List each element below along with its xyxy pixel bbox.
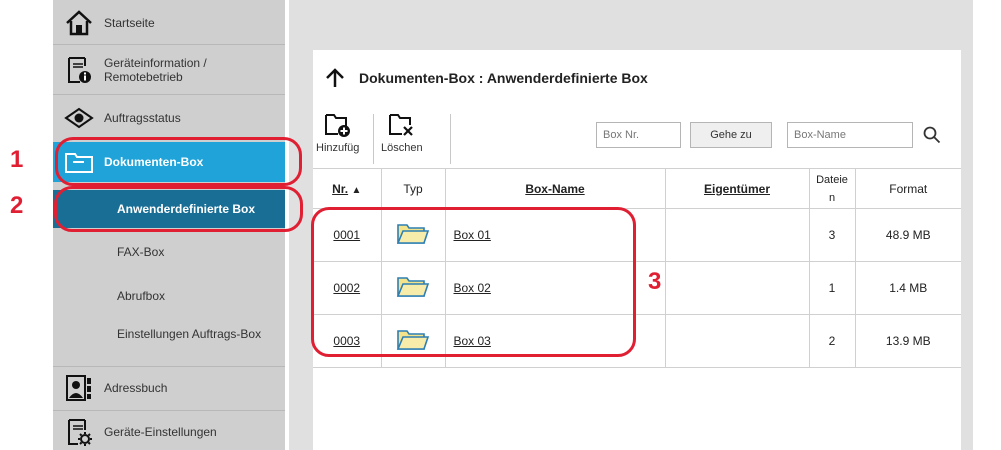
eye-icon: [64, 103, 94, 133]
goto-label: Gehe zu: [710, 129, 752, 141]
sidebar-subitem-label: Abrufbox: [117, 289, 166, 303]
col-header-eigentuemer[interactable]: Eigentümer: [664, 168, 809, 209]
sidebar-item-auftragsstatus[interactable]: Auftragsstatus: [53, 100, 285, 136]
files-cell: 3: [808, 208, 855, 262]
delete-label: Löschen: [381, 142, 423, 154]
sidebar-subitem-fax-box[interactable]: FAX-Box: [53, 246, 285, 259]
add-label: Hinzufüg: [316, 142, 360, 154]
table-header-row: Nr. ▲ Typ Box-Name Eigentümer Dateien Fo…: [313, 168, 961, 209]
divider: [53, 366, 285, 367]
callout-highlight-2: [54, 186, 303, 232]
col-header-box-name-label: Box-Name: [525, 181, 585, 196]
box-nr-placeholder: Box Nr.: [603, 129, 640, 141]
page-title-text: Dokumenten-Box : Anwenderdefinierte Box: [359, 70, 648, 86]
address-book-icon: [64, 373, 94, 403]
add-button[interactable]: Hinzufüg: [316, 112, 359, 154]
col-header-dateien-label: Dateien: [816, 173, 848, 204]
callout-highlight-1: [55, 137, 302, 186]
col-header-eigentuemer-label: Eigentümer: [703, 181, 770, 196]
callout-number-1: 1: [10, 146, 24, 173]
box-name-placeholder: Box-Name: [794, 129, 846, 141]
toolbar-separator: [450, 114, 451, 164]
divider: [53, 410, 285, 411]
callout-number-2: 2: [10, 192, 24, 219]
device-settings-icon: [64, 417, 94, 447]
sidebar-item-label: Geräte-Einstellungen: [104, 425, 217, 439]
col-header-nr[interactable]: Nr. ▲: [313, 168, 381, 209]
sidebar-item-label: Geräteinformation / Remotebetrieb: [104, 56, 207, 84]
col-header-dateien: Dateien: [808, 168, 855, 209]
col-header-typ: Typ: [380, 168, 445, 209]
format-cell: 13.9 MB: [854, 314, 961, 368]
owner-cell: [664, 261, 809, 315]
table-bottom-border: [313, 367, 961, 368]
col-header-format: Format: [854, 168, 961, 209]
sidebar-subitem-einstellungen-auftrags-box[interactable]: Einstellungen Auftrags-Box: [53, 328, 263, 341]
sidebar-subitem-label: FAX-Box: [117, 245, 165, 259]
sidebar-item-geraeteinformation[interactable]: Geräteinformation / Remotebetrieb: [53, 50, 285, 90]
page-title: Dokumenten-Box : Anwenderdefinierte Box: [325, 68, 648, 88]
sidebar-subitem-abrufbox[interactable]: Abrufbox: [53, 290, 285, 303]
add-folder-icon: [324, 114, 350, 137]
search-icon[interactable]: [923, 126, 941, 144]
files-cell: 1: [808, 261, 855, 315]
box-nr-input[interactable]: Box Nr.: [596, 122, 681, 148]
divider: [53, 94, 285, 95]
callout-number-3: 3: [648, 268, 662, 295]
sidebar-item-startseite[interactable]: Startseite: [53, 6, 285, 40]
goto-button[interactable]: Gehe zu: [690, 122, 772, 148]
owner-cell: [664, 314, 809, 368]
format-cell: 48.9 MB: [854, 208, 961, 262]
device-info-icon: [64, 55, 94, 85]
files-cell: 2: [808, 314, 855, 368]
sidebar-item-geraete-einstellungen[interactable]: Geräte-Einstellungen: [53, 414, 285, 450]
format-cell: 1.4 MB: [854, 261, 961, 315]
toolbar-separator: [373, 114, 374, 164]
divider: [53, 44, 285, 45]
home-icon: [64, 8, 94, 38]
up-arrow-icon[interactable]: [325, 68, 345, 88]
box-name-input[interactable]: Box-Name: [787, 122, 913, 148]
sort-asc-icon: ▲: [351, 184, 362, 196]
sidebar-subitem-label: Einstellungen Auftrags-Box: [117, 327, 262, 341]
owner-cell: [664, 208, 809, 262]
sidebar-item-label: Auftragsstatus: [104, 111, 181, 125]
delete-folder-icon: [388, 114, 413, 136]
sidebar-item-adressbuch[interactable]: Adressbuch: [53, 370, 285, 406]
callout-highlight-3: [311, 207, 636, 357]
sidebar-item-label: Startseite: [104, 16, 155, 30]
delete-button[interactable]: Löschen: [381, 112, 423, 154]
col-header-nr-label: Nr.: [332, 181, 349, 196]
col-header-box-name[interactable]: Box-Name: [444, 168, 665, 209]
sidebar-item-label: Adressbuch: [104, 381, 168, 395]
